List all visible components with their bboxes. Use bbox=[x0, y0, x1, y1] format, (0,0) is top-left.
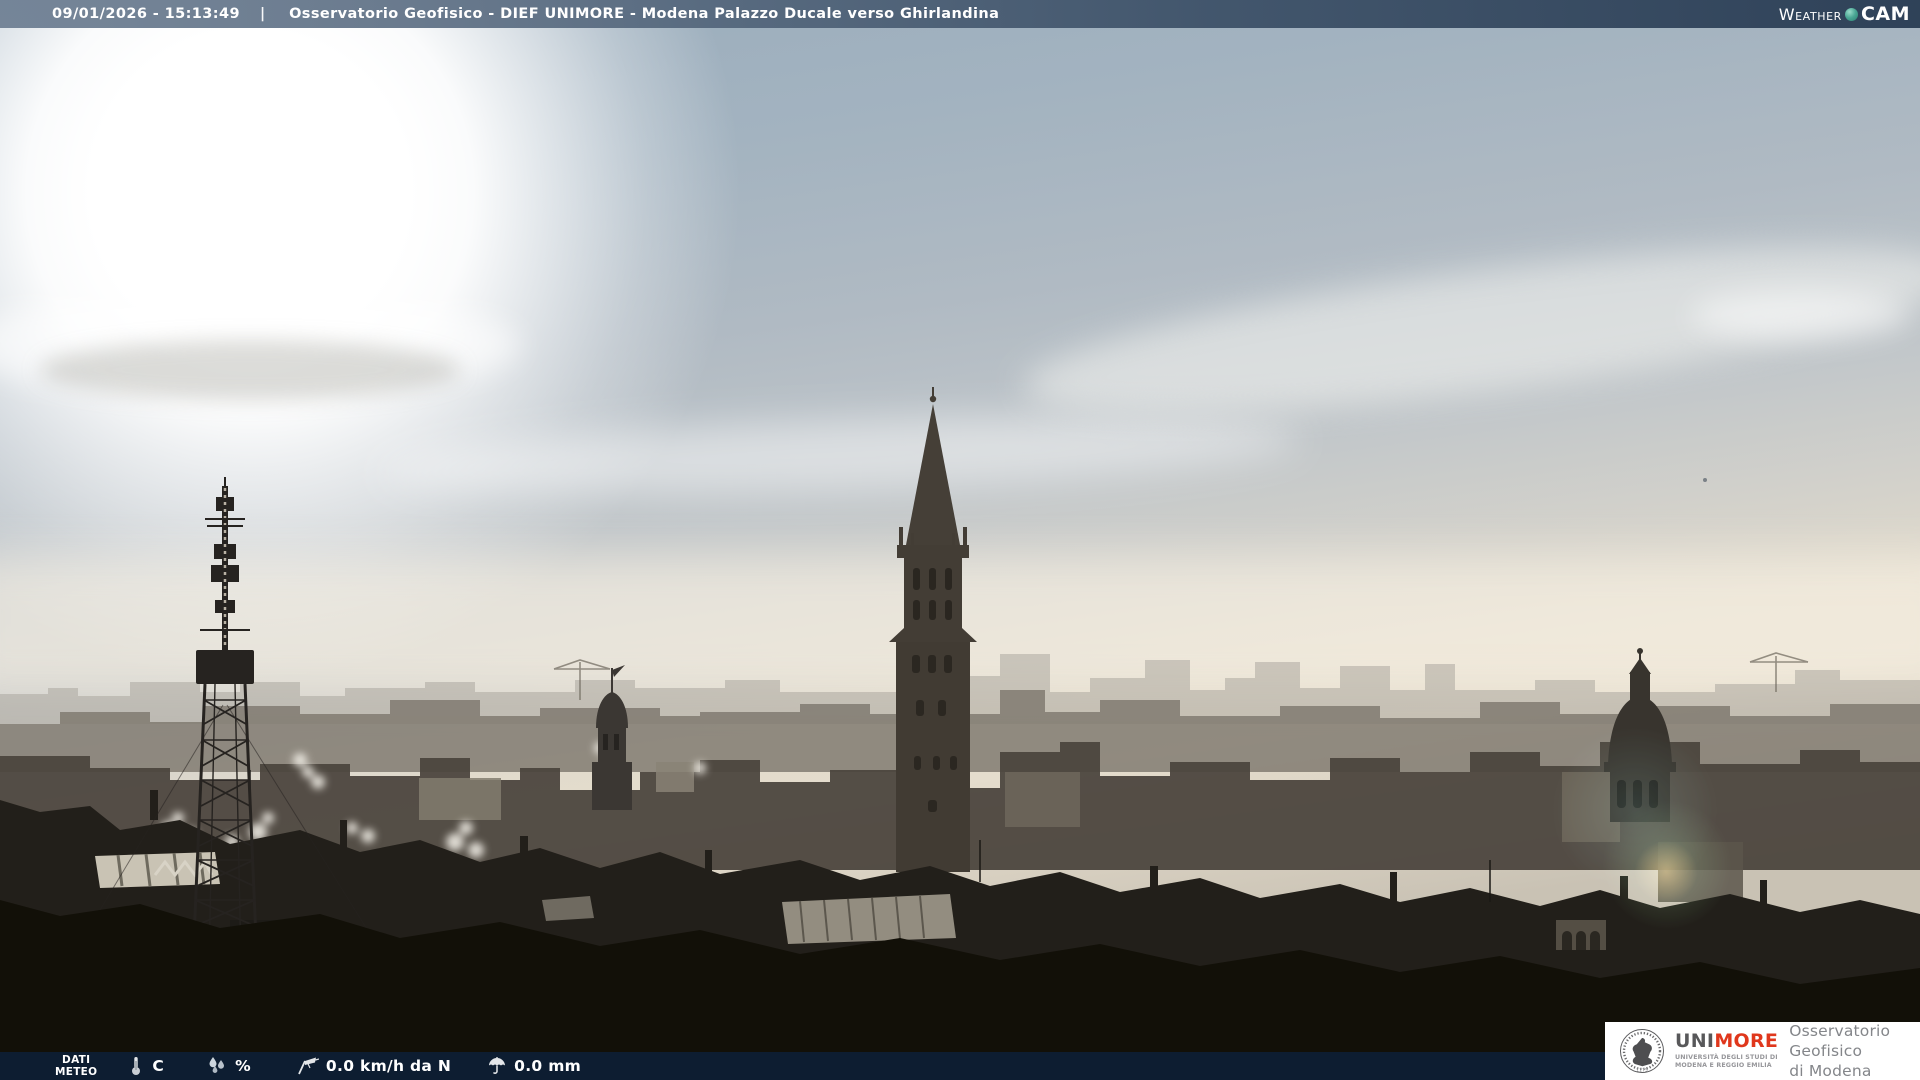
meteo-line: METEO bbox=[55, 1066, 98, 1078]
unimore-uni: UNI bbox=[1675, 1029, 1715, 1052]
university-line2: MODENA E REGGIO EMILIA bbox=[1675, 1062, 1772, 1069]
top-info-bar: 09/01/2026 - 15:13:49 | Osservatorio Geo… bbox=[0, 0, 1920, 28]
webcam-photo bbox=[0, 0, 1920, 1080]
weathercam-cam: CAM bbox=[1860, 3, 1910, 25]
water-drops-icon bbox=[209, 1057, 225, 1074]
rain-value: 0.0 mm bbox=[514, 1057, 582, 1075]
unimore-wordmark: UNIMORE UNIVERSITÀ DEGLI STUDI DI MODENA… bbox=[1675, 1029, 1779, 1070]
humidity-value: % bbox=[235, 1057, 251, 1075]
crest-year: 1175 bbox=[1636, 1068, 1648, 1074]
observatory-line2: di Modena bbox=[1789, 1062, 1872, 1080]
wind-value: 0.0 km/h da N bbox=[325, 1057, 452, 1075]
ghirlandina-tower bbox=[889, 387, 977, 872]
bird bbox=[1703, 478, 1707, 482]
weathercam-logo: Weather CAM bbox=[1779, 3, 1910, 25]
windsock-icon bbox=[298, 1057, 319, 1075]
observatory-line1: Osservatorio Geofisico bbox=[1789, 1021, 1891, 1060]
temperature-group: C bbox=[127, 1055, 164, 1077]
humidity-group: % bbox=[206, 1056, 251, 1076]
webcam-title: Osservatorio Geofisico - DIEF UNIMORE - … bbox=[289, 6, 1000, 22]
webcam-screenshot: 09/01/2026 - 15:13:49 | Osservatorio Geo… bbox=[0, 0, 1920, 1080]
timestamp: 09/01/2026 - 15:13:49 bbox=[52, 6, 240, 22]
unimore-branding-box: 1175 UNIMORE UNIVERSITÀ DEGLI STUDI DI M… bbox=[1605, 1022, 1920, 1080]
lens-flare bbox=[1632, 838, 1700, 906]
rain-group: 0.0 mm bbox=[487, 1056, 581, 1076]
dati-meteo-label: DATI METEO bbox=[55, 1054, 97, 1078]
unimore-more: MORE bbox=[1714, 1029, 1779, 1052]
wind-group: 0.0 km/h da N bbox=[295, 1056, 451, 1076]
dati-line: DATI bbox=[62, 1053, 91, 1066]
separator: | bbox=[259, 6, 266, 22]
thermometer-icon bbox=[132, 1057, 141, 1075]
umbrella-icon bbox=[489, 1057, 506, 1074]
university-line1: UNIVERSITÀ DEGLI STUDI DI bbox=[1675, 1053, 1778, 1061]
observatory-name: Osservatorio Geofisico di Modena bbox=[1789, 1021, 1920, 1080]
temperature-value: C bbox=[152, 1057, 165, 1075]
weathercam-word: Weather bbox=[1778, 4, 1842, 24]
globe-dot-icon bbox=[1844, 7, 1858, 21]
unimore-crest-icon: 1175 bbox=[1620, 1029, 1664, 1074]
